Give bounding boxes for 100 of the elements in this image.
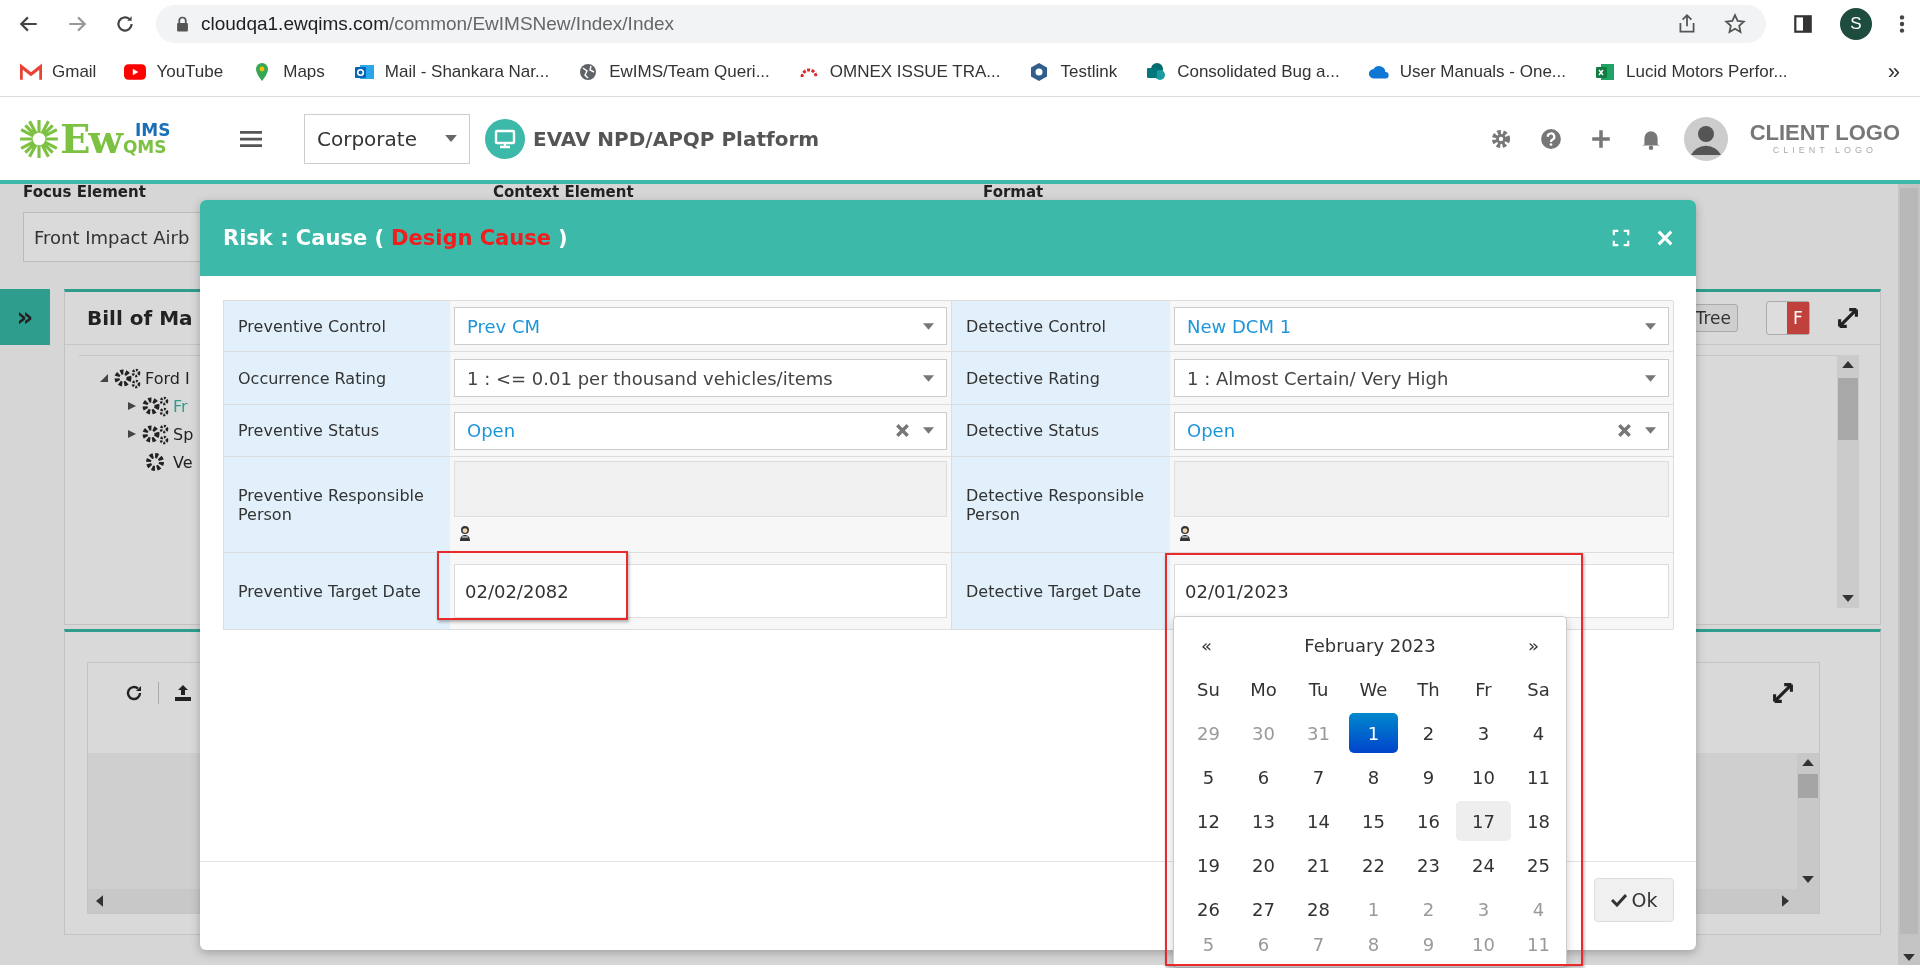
- caret-icon[interactable]: [1645, 374, 1656, 382]
- bookmark-item[interactable]: Lucid Motors Perfor...: [1594, 61, 1788, 82]
- scroll-down-icon[interactable]: [1802, 876, 1814, 883]
- calendar-day[interactable]: 11: [1511, 755, 1566, 799]
- calendar-day[interactable]: 19: [1181, 843, 1236, 887]
- expander-icon[interactable]: [99, 373, 109, 383]
- expand-icon[interactable]: [1836, 306, 1860, 330]
- user-avatar-icon[interactable]: [1683, 116, 1728, 161]
- calendar-day[interactable]: 12: [1181, 799, 1236, 843]
- month-title[interactable]: February 2023: [1304, 634, 1436, 656]
- field-label: Preventive Target Date: [224, 553, 450, 629]
- caret-icon[interactable]: [1645, 427, 1656, 434]
- sidebar-icon[interactable]: [1792, 12, 1814, 35]
- organization-dropdown[interactable]: Corporate: [304, 113, 470, 164]
- expander-icon[interactable]: [127, 401, 137, 411]
- bookmark-item[interactable]: Mail - Shankara Nar...: [352, 61, 550, 82]
- select-field[interactable]: 1 : Almost Certain/ Very High: [1174, 359, 1669, 397]
- calendar-day[interactable]: 26: [1181, 887, 1236, 931]
- calendar-day[interactable]: 15: [1346, 799, 1401, 843]
- calendar-day[interactable]: 25: [1511, 843, 1566, 887]
- calendar-day[interactable]: 8: [1346, 755, 1401, 799]
- bookmark-item[interactable]: Maps: [251, 61, 325, 82]
- bookmark-item[interactable]: EwIMS/Team Queri...: [577, 61, 770, 82]
- select-field[interactable]: 1 : <= 0.01 per thousand vehicles/items: [454, 359, 947, 397]
- field-label: Detective Status: [952, 405, 1170, 457]
- scroll-thumb[interactable]: [1838, 378, 1858, 440]
- calendar-day[interactable]: 24: [1456, 843, 1511, 887]
- ok-button[interactable]: Ok: [1594, 878, 1674, 922]
- calendar-day[interactable]: 22: [1346, 843, 1401, 887]
- scroll-left-icon[interactable]: [96, 895, 103, 907]
- calendar-day[interactable]: 10: [1456, 755, 1511, 799]
- tree-item[interactable]: Ford I: [145, 368, 190, 388]
- bookmark-item[interactable]: Consolidated Bug a...: [1145, 61, 1340, 82]
- profile-avatar[interactable]: S: [1840, 7, 1872, 40]
- person-picker-icon[interactable]: [1178, 525, 1192, 541]
- gear-icon: [143, 450, 167, 474]
- tree-item[interactable]: Ve: [173, 452, 193, 472]
- date-field[interactable]: 02/01/2023: [1174, 564, 1669, 618]
- menu-icon[interactable]: [240, 129, 262, 148]
- scrollbar[interactable]: [1837, 355, 1859, 608]
- bookmark-item[interactable]: OMNEX ISSUE TRA...: [797, 61, 1001, 82]
- more-bookmarks-button[interactable]: »: [1887, 58, 1900, 85]
- add-icon[interactable]: [1589, 127, 1612, 150]
- next-month-button[interactable]: »: [1527, 634, 1539, 656]
- person-field[interactable]: [1174, 461, 1669, 517]
- calendar-day[interactable]: 28: [1291, 887, 1346, 931]
- previous-month-button[interactable]: «: [1201, 634, 1212, 656]
- bookmark-item[interactable]: YouTube: [124, 61, 224, 82]
- clear-icon[interactable]: [896, 424, 909, 437]
- tree-item[interactable]: Sp: [173, 424, 194, 444]
- bookmark-item[interactable]: Testlink: [1028, 61, 1118, 82]
- upload-icon[interactable]: [173, 683, 193, 703]
- person-picker-icon[interactable]: [458, 525, 472, 541]
- calendar-day[interactable]: 9: [1401, 755, 1456, 799]
- calendar-day[interactable]: 27: [1236, 887, 1291, 931]
- calendar-day[interactable]: 5: [1181, 755, 1236, 799]
- bookmark-item[interactable]: User Manuals - One...: [1367, 61, 1566, 82]
- clear-icon[interactable]: [1618, 424, 1631, 437]
- date-field[interactable]: 02/02/2082: [454, 564, 947, 618]
- calendar-day[interactable]: 13: [1236, 799, 1291, 843]
- calendar-day[interactable]: 4: [1511, 711, 1566, 755]
- scroll-thumb[interactable]: [1798, 774, 1818, 798]
- calendar-day[interactable]: 20: [1236, 843, 1291, 887]
- calendar-day[interactable]: 18: [1511, 799, 1566, 843]
- calendar-day[interactable]: 2: [1401, 711, 1456, 755]
- settings-icon[interactable]: [1489, 127, 1512, 150]
- calendar-day[interactable]: 16: [1401, 799, 1456, 843]
- cause-type-label: Design Cause: [391, 226, 551, 250]
- star-icon[interactable]: [1724, 12, 1746, 35]
- calendar-day[interactable]: 21: [1291, 843, 1346, 887]
- sidebar-toggle-button[interactable]: »: [0, 289, 50, 345]
- caret-icon[interactable]: [923, 322, 934, 330]
- scroll-up-icon[interactable]: [1802, 759, 1814, 766]
- calendar-day[interactable]: 17: [1456, 801, 1511, 841]
- menu-icon[interactable]: [1898, 12, 1906, 35]
- help-icon[interactable]: [1539, 127, 1562, 150]
- scroll-down-icon[interactable]: [1903, 954, 1915, 961]
- calendar-day[interactable]: 1: [1349, 713, 1398, 753]
- scroll-down-icon[interactable]: [1842, 595, 1854, 602]
- scroll-right-icon[interactable]: [1782, 895, 1789, 907]
- calendar-day[interactable]: 3: [1456, 711, 1511, 755]
- expand-icon[interactable]: [1771, 681, 1795, 705]
- refresh-icon[interactable]: [124, 683, 144, 703]
- caret-icon[interactable]: [1645, 322, 1656, 330]
- bookmark-item[interactable]: Gmail: [20, 61, 97, 82]
- calendar-day[interactable]: 6: [1236, 755, 1291, 799]
- person-field[interactable]: [454, 461, 947, 517]
- weekday-label: We: [1358, 677, 1389, 702]
- caret-icon[interactable]: [923, 427, 934, 434]
- page-scrollbar[interactable]: [1898, 184, 1920, 965]
- expander-icon[interactable]: [127, 429, 137, 439]
- caret-icon[interactable]: [445, 135, 457, 142]
- scrollbar[interactable]: [1797, 753, 1819, 889]
- filter-toggle[interactable]: F: [1766, 301, 1810, 335]
- calendar-day[interactable]: 23: [1401, 843, 1456, 887]
- calendar-day[interactable]: 7: [1291, 755, 1346, 799]
- caret-icon[interactable]: [923, 374, 934, 382]
- calendar-day[interactable]: 14: [1291, 799, 1346, 843]
- address-bar[interactable]: cloudqa1.ewqims.com/common/EwIMSNew/Index/Index: [156, 4, 1766, 43]
- scroll-up-icon[interactable]: [1842, 361, 1854, 368]
